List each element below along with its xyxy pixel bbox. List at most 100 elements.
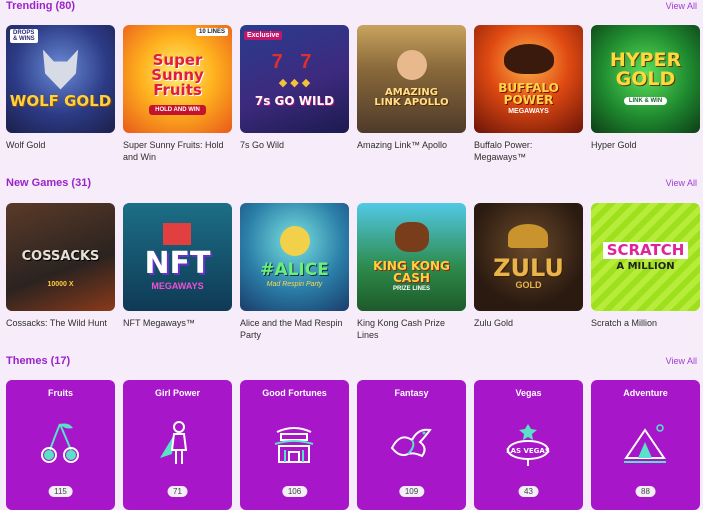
theme-name: Fantasy — [394, 388, 429, 398]
theme-name: Adventure — [623, 388, 668, 398]
7s-art: 7 7 ◆ ◆ ◆ 7s GO WILD — [240, 25, 349, 133]
game-thumbnail[interactable]: Super Sunny Fruits HOLD AND WIN 10 LINES — [123, 25, 232, 133]
game-card-super-sunny-fruits[interactable]: Super Sunny Fruits HOLD AND WIN 10 LINES… — [123, 25, 232, 163]
game-title[interactable]: King Kong Cash Prize Lines — [357, 317, 466, 341]
pixel-character-icon — [163, 223, 192, 245]
new-games-view-all-link[interactable]: View All — [666, 178, 697, 188]
theme-card-fantasy[interactable]: Fantasy 109 — [357, 380, 466, 510]
tile-subtitle: HOLD AND WIN — [149, 104, 206, 115]
game-thumbnail[interactable]: 7 7 ◆ ◆ ◆ 7s GO WILD Exclusive — [240, 25, 349, 133]
king-kong-art: KING KONG CASH PRIZE LINES — [357, 203, 466, 311]
tile-subtitle: 10000 X — [47, 281, 74, 288]
game-title[interactable]: Super Sunny Fruits: Hold and Win — [123, 139, 232, 163]
trending-header: Trending (80) View All — [6, 0, 697, 16]
theme-name: Good Fortunes — [262, 388, 327, 398]
tile-logo: 7s GO WILD — [254, 94, 335, 108]
game-title[interactable]: Alice and the Mad Respin Party — [240, 317, 349, 341]
theme-count-badge: 88 — [635, 486, 656, 497]
tile-subtitle: Mad Respin Party — [266, 281, 323, 288]
game-card-nft-megaways[interactable]: NFT MEGAWAYS NFT Megaways™ — [123, 203, 232, 329]
game-card-amazing-link-apollo[interactable]: AMAZING LINK APOLLO Amazing Link™ Apollo — [357, 25, 466, 151]
theme-card-girl-power[interactable]: Girl Power 71 — [123, 380, 232, 510]
game-title[interactable]: Cossacks: The Wild Hunt — [6, 317, 115, 329]
tile-subtitle: MEGAWAYS — [151, 281, 204, 291]
theme-count-badge: 71 — [167, 486, 188, 497]
lines-badge: 10 LINES — [195, 28, 228, 36]
theme-card-adventure[interactable]: Adventure 88 — [591, 380, 700, 510]
lion-mask-icon — [508, 224, 549, 248]
game-thumbnail[interactable]: #ALICE Mad Respin Party — [240, 203, 349, 311]
game-card-wolf-gold[interactable]: WOLF GOLD DROPS & WINS Wolf Gold — [6, 25, 115, 151]
superhero-girl-icon — [160, 421, 188, 464]
game-card-cossacks[interactable]: COSSACKS 10000 X Cossacks: The Wild Hunt — [6, 203, 115, 329]
theme-count-badge: 109 — [398, 486, 425, 497]
tile-subtitle: PRIZE LINES — [392, 286, 430, 292]
game-card-alice[interactable]: #ALICE Mad Respin Party Alice and the Ma… — [240, 203, 349, 341]
game-thumbnail[interactable]: BUFFALO POWER MEGAWAYS — [474, 25, 583, 133]
tile-logo: COSSACKS — [21, 249, 100, 264]
game-card-scratch-a-million[interactable]: SCRATCH A MILLION Scratch a Million — [591, 203, 700, 329]
themes-title: Themes (17) — [6, 355, 71, 367]
game-title[interactable]: Scratch a Million — [591, 317, 700, 329]
tile-logo: Super Sunny Fruits — [151, 50, 204, 99]
themes-view-all-link[interactable]: View All — [666, 356, 697, 366]
theme-name: Fruits — [47, 388, 73, 398]
game-card-7s-go-wild[interactable]: 7 7 ◆ ◆ ◆ 7s GO WILD Exclusive 7s Go Wil… — [240, 25, 349, 151]
game-title[interactable]: Zulu Gold — [474, 317, 583, 329]
game-thumbnail[interactable]: HYPER GOLD LINK & WIN — [591, 25, 700, 133]
tile-logo: BUFFALO POWER — [498, 80, 559, 107]
game-card-king-kong-cash[interactable]: KING KONG CASH PRIZE LINES King Kong Cas… — [357, 203, 466, 341]
new-games-header: New Games (31) View All — [6, 177, 697, 193]
buffalo-art: BUFFALO POWER MEGAWAYS — [474, 25, 583, 133]
tile-subtitle: MEGAWAYS — [508, 107, 549, 115]
game-title[interactable]: 7s Go Wild — [240, 139, 349, 151]
game-card-zulu-gold[interactable]: ZULU GOLD Zulu Gold — [474, 203, 583, 329]
theme-card-good-fortunes[interactable]: Good Fortunes 106 — [240, 380, 349, 510]
game-thumbnail[interactable]: KING KONG CASH PRIZE LINES — [357, 203, 466, 311]
trending-view-all-link[interactable]: View All — [666, 1, 697, 11]
theme-count-badge: 115 — [48, 486, 73, 497]
tile-logo: HYPER GOLD — [609, 49, 682, 90]
hyper-gold-art: HYPER GOLD LINK & WIN — [591, 25, 700, 133]
tent-icon — [624, 424, 666, 463]
alice-face-icon — [279, 226, 310, 256]
game-title[interactable]: Buffalo Power: Megaways™ — [474, 139, 583, 163]
game-thumbnail[interactable]: AMAZING LINK APOLLO — [357, 25, 466, 133]
game-thumbnail[interactable]: SCRATCH A MILLION — [591, 203, 700, 311]
game-thumbnail[interactable]: ZULU GOLD — [474, 203, 583, 311]
tile-logo: SCRATCH — [602, 242, 689, 259]
wolf-head-icon — [42, 49, 79, 90]
theme-card-vegas[interactable]: Vegas LAS VEGAS 43 — [474, 380, 583, 510]
tile-logo: WOLF GOLD — [9, 91, 112, 110]
game-title[interactable]: Amazing Link™ Apollo — [357, 139, 466, 151]
dragon-icon — [390, 428, 432, 458]
game-title[interactable]: Wolf Gold — [6, 139, 115, 151]
tile-logo: KING KONG CASH — [373, 259, 450, 285]
exclusive-badge: Exclusive — [244, 31, 283, 40]
tile-subtitle: LINK & WIN — [623, 97, 668, 105]
tile-logo: ZULU — [493, 254, 564, 282]
game-thumbnail[interactable]: COSSACKS 10000 X — [6, 203, 115, 311]
temple-gate-icon — [274, 427, 314, 463]
tile-logo: #ALICE — [260, 260, 329, 280]
game-title[interactable]: Hyper Gold — [591, 139, 700, 151]
apollo-art: AMAZING LINK APOLLO — [357, 25, 466, 133]
apollo-face-icon — [396, 50, 427, 80]
svg-text:LAS VEGAS: LAS VEGAS — [506, 447, 550, 455]
game-title[interactable]: NFT Megaways™ — [123, 317, 232, 329]
game-card-buffalo-power[interactable]: BUFFALO POWER MEGAWAYS Buffalo Power: Me… — [474, 25, 583, 163]
new-games-title: New Games (31) — [6, 177, 91, 189]
buffalo-head-icon — [503, 43, 554, 74]
las-vegas-sign-icon: LAS VEGAS — [506, 424, 550, 466]
game-card-hyper-gold[interactable]: HYPER GOLD LINK & WIN Hyper Gold — [591, 25, 700, 151]
game-thumbnail[interactable]: WOLF GOLD DROPS & WINS — [6, 25, 115, 133]
seven-icon: 7 7 — [271, 51, 318, 73]
scratch-art: SCRATCH A MILLION — [591, 203, 700, 311]
trending-title: Trending (80) — [6, 0, 76, 12]
game-thumbnail[interactable]: NFT MEGAWAYS — [123, 203, 232, 311]
cossacks-art: COSSACKS 10000 X — [6, 203, 115, 311]
cherry-icon — [41, 423, 79, 463]
zulu-art: ZULU GOLD — [474, 203, 583, 311]
alice-art: #ALICE Mad Respin Party — [240, 203, 349, 311]
theme-card-fruits[interactable]: Fruits 115 — [6, 380, 115, 510]
